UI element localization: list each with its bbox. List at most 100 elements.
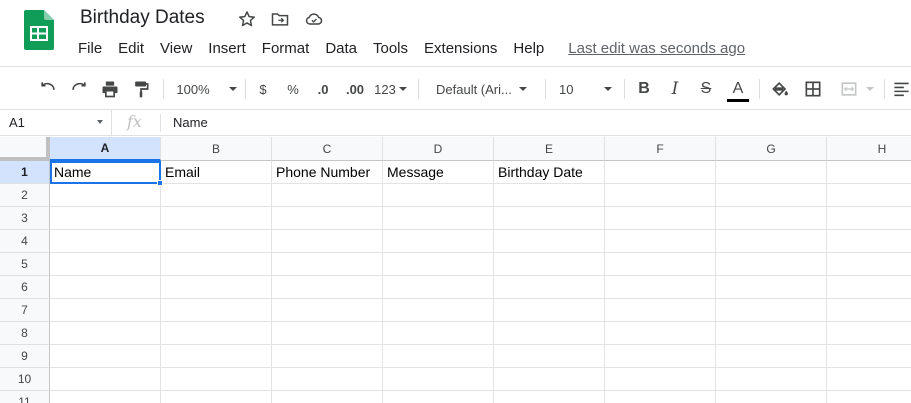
cell-e4[interactable] xyxy=(494,230,605,253)
column-header-e[interactable]: E xyxy=(494,137,605,161)
cell-h4[interactable] xyxy=(827,230,911,253)
row-header-10[interactable]: 10 xyxy=(0,368,50,391)
menu-insert[interactable]: Insert xyxy=(208,40,254,57)
decrease-decimal-button[interactable]: .0 xyxy=(310,67,336,111)
zoom-select[interactable]: 100% xyxy=(172,67,242,111)
cell-f2[interactable] xyxy=(605,184,716,207)
cell-d7[interactable] xyxy=(383,299,494,322)
cell-b11[interactable] xyxy=(161,391,272,403)
cell-e6[interactable] xyxy=(494,276,605,299)
cell-f1[interactable] xyxy=(605,161,716,184)
cell-c9[interactable] xyxy=(272,345,383,368)
menu-file[interactable]: File xyxy=(78,40,110,57)
name-box[interactable]: A1 xyxy=(0,110,112,136)
cell-c4[interactable] xyxy=(272,230,383,253)
cell-h1[interactable] xyxy=(827,161,911,184)
cell-e2[interactable] xyxy=(494,184,605,207)
cell-h6[interactable] xyxy=(827,276,911,299)
cell-c10[interactable] xyxy=(272,368,383,391)
row-header-11[interactable]: 11 xyxy=(0,391,50,403)
strikethrough-button[interactable]: S xyxy=(695,67,717,111)
cell-d9[interactable] xyxy=(383,345,494,368)
cell-d10[interactable] xyxy=(383,368,494,391)
cell-a5[interactable] xyxy=(50,253,161,276)
cell-g3[interactable] xyxy=(716,207,827,230)
horizontal-align-button[interactable] xyxy=(892,67,911,111)
last-edit-link[interactable]: Last edit was seconds ago xyxy=(568,40,745,57)
menu-view[interactable]: View xyxy=(160,40,200,57)
menu-data[interactable]: Data xyxy=(325,40,365,57)
more-formats-button[interactable]: 123 xyxy=(372,67,410,111)
column-header-h[interactable]: H xyxy=(827,137,911,161)
paint-format-button[interactable] xyxy=(129,67,153,111)
move-to-folder-icon[interactable] xyxy=(270,9,290,29)
cell-c1[interactable]: Phone Number xyxy=(272,161,383,184)
cell-b3[interactable] xyxy=(161,207,272,230)
bold-button[interactable]: B xyxy=(633,67,655,111)
redo-button[interactable] xyxy=(67,67,91,111)
cell-b7[interactable] xyxy=(161,299,272,322)
borders-button[interactable] xyxy=(801,67,825,111)
cell-g5[interactable] xyxy=(716,253,827,276)
print-button[interactable] xyxy=(98,67,122,111)
formula-input[interactable]: Name xyxy=(173,115,208,130)
cell-g10[interactable] xyxy=(716,368,827,391)
cell-h11[interactable] xyxy=(827,391,911,403)
cell-b8[interactable] xyxy=(161,322,272,345)
merge-cells-button[interactable] xyxy=(834,67,880,111)
cell-g4[interactable] xyxy=(716,230,827,253)
cell-g6[interactable] xyxy=(716,276,827,299)
cell-e7[interactable] xyxy=(494,299,605,322)
font-size-select[interactable]: 10 xyxy=(552,67,620,111)
row-header-9[interactable]: 9 xyxy=(0,345,50,368)
cell-b10[interactable] xyxy=(161,368,272,391)
cell-a10[interactable] xyxy=(50,368,161,391)
cell-h5[interactable] xyxy=(827,253,911,276)
row-header-7[interactable]: 7 xyxy=(0,299,50,322)
sheets-logo-icon[interactable] xyxy=(24,10,54,50)
cell-a2[interactable] xyxy=(50,184,161,207)
italic-button[interactable]: I xyxy=(664,67,686,111)
cell-c6[interactable] xyxy=(272,276,383,299)
cell-f7[interactable] xyxy=(605,299,716,322)
cell-f8[interactable] xyxy=(605,322,716,345)
cell-e10[interactable] xyxy=(494,368,605,391)
column-header-f[interactable]: F xyxy=(605,137,716,161)
percent-format-button[interactable]: % xyxy=(282,67,304,111)
cloud-saved-icon[interactable] xyxy=(304,9,324,29)
currency-format-button[interactable]: $ xyxy=(252,67,274,111)
cell-f9[interactable] xyxy=(605,345,716,368)
cell-g8[interactable] xyxy=(716,322,827,345)
cell-d4[interactable] xyxy=(383,230,494,253)
cell-d11[interactable] xyxy=(383,391,494,403)
cell-a8[interactable] xyxy=(50,322,161,345)
cell-a9[interactable] xyxy=(50,345,161,368)
column-header-b[interactable]: B xyxy=(161,137,272,161)
cell-b9[interactable] xyxy=(161,345,272,368)
cell-d8[interactable] xyxy=(383,322,494,345)
row-header-8[interactable]: 8 xyxy=(0,322,50,345)
cell-h7[interactable] xyxy=(827,299,911,322)
cell-g11[interactable] xyxy=(716,391,827,403)
menu-edit[interactable]: Edit xyxy=(118,40,152,57)
cell-f10[interactable] xyxy=(605,368,716,391)
cell-d3[interactable] xyxy=(383,207,494,230)
cell-c3[interactable] xyxy=(272,207,383,230)
cell-a3[interactable] xyxy=(50,207,161,230)
cell-g2[interactable] xyxy=(716,184,827,207)
cell-e8[interactable] xyxy=(494,322,605,345)
cell-g9[interactable] xyxy=(716,345,827,368)
cell-f4[interactable] xyxy=(605,230,716,253)
cell-a7[interactable] xyxy=(50,299,161,322)
cell-g1[interactable] xyxy=(716,161,827,184)
select-all-corner[interactable] xyxy=(0,137,50,161)
star-icon[interactable] xyxy=(237,9,257,29)
row-header-6[interactable]: 6 xyxy=(0,276,50,299)
cell-h10[interactable] xyxy=(827,368,911,391)
column-header-d[interactable]: D xyxy=(383,137,494,161)
row-header-1[interactable]: 1 xyxy=(0,161,50,184)
cell-e3[interactable] xyxy=(494,207,605,230)
cell-a4[interactable] xyxy=(50,230,161,253)
cell-c7[interactable] xyxy=(272,299,383,322)
column-header-g[interactable]: G xyxy=(716,137,827,161)
